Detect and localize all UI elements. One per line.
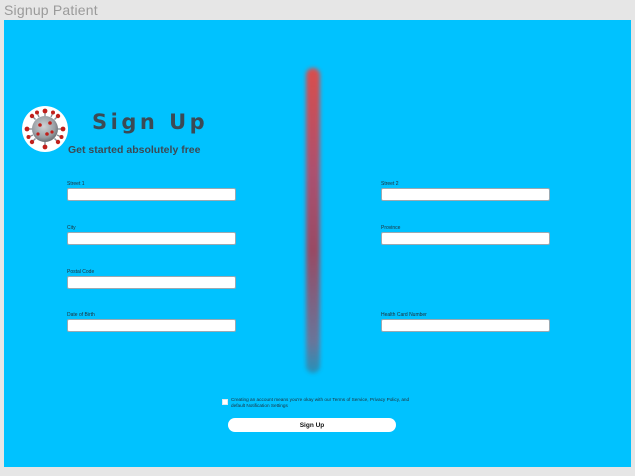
street1-label: Street 1 (67, 181, 85, 187)
signup-panel: Sign Up Get started absolutely free Stre… (4, 20, 631, 467)
street2-field: Street 2 (381, 181, 551, 201)
page-subtitle: Get started absolutely free (68, 144, 201, 156)
page-title: Sign Up (92, 110, 209, 134)
health-card-field: Health Card Number (381, 312, 551, 332)
window-title: Signup Patient (4, 2, 98, 18)
street2-label: Street 2 (381, 181, 399, 187)
terms-checkbox[interactable] (222, 399, 228, 405)
province-label: Province (381, 225, 401, 231)
postal-code-input[interactable] (67, 276, 236, 289)
vertical-divider (306, 68, 320, 373)
date-of-birth-label: Date of Birth (67, 312, 95, 318)
street1-field: Street 1 (67, 181, 237, 201)
health-card-input[interactable] (381, 319, 550, 332)
date-of-birth-field: Date of Birth (67, 312, 237, 332)
city-input[interactable] (67, 232, 236, 245)
sign-up-button[interactable]: Sign Up (228, 418, 396, 432)
province-field: Province (381, 225, 551, 245)
city-field: City (67, 225, 237, 245)
street2-input[interactable] (381, 188, 550, 201)
health-card-label: Health Card Number (381, 312, 427, 318)
date-of-birth-input[interactable] (67, 319, 236, 332)
city-label: City (67, 225, 76, 231)
terms-text: Creating an account means you're okay wi… (231, 397, 410, 408)
street1-input[interactable] (67, 188, 236, 201)
postal-code-label: Postal Code (67, 269, 95, 275)
terms-agreement: Creating an account means you're okay wi… (222, 397, 412, 409)
postal-code-field: Postal Code (67, 269, 237, 289)
province-input[interactable] (381, 232, 550, 245)
virus-icon (22, 106, 68, 152)
